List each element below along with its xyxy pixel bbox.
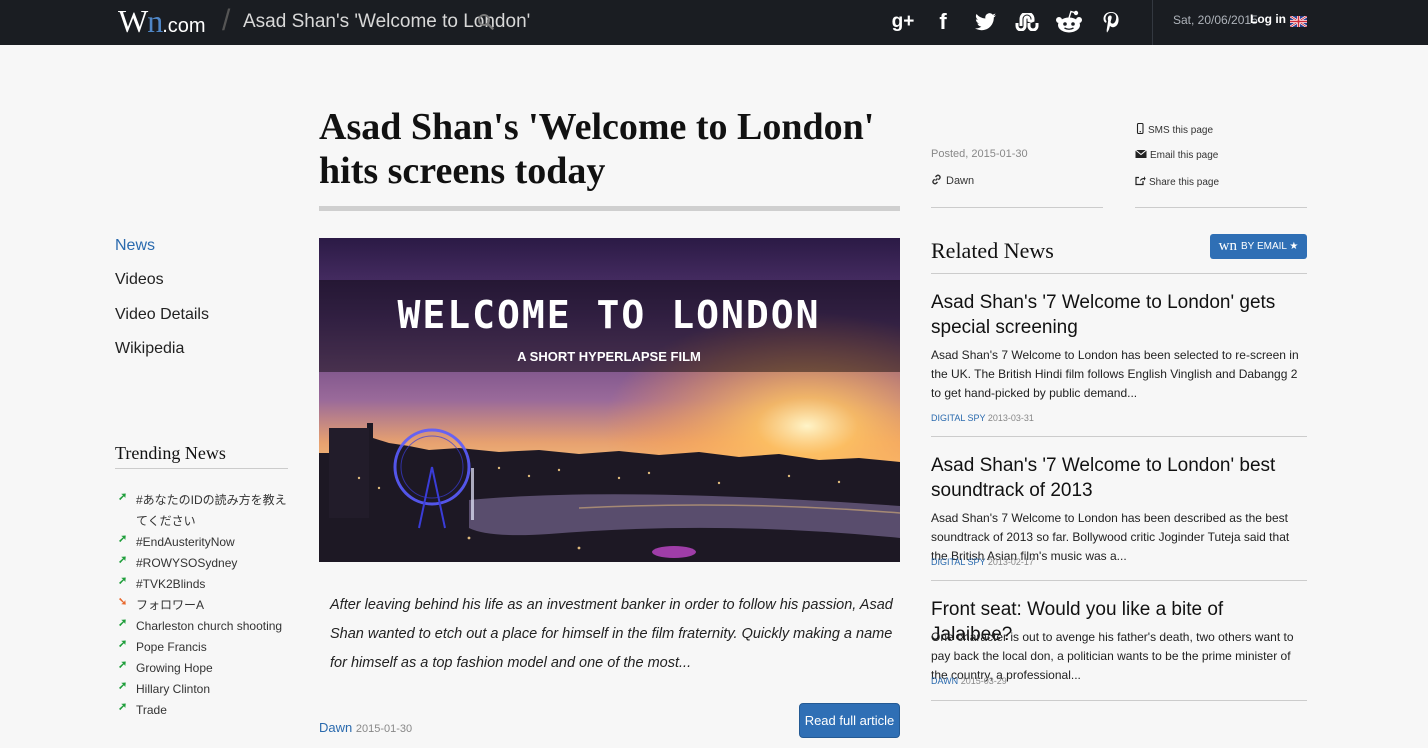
author-link[interactable]: Dawn [931,174,974,188]
email-this-page-link[interactable]: Email this page [1135,149,1218,162]
related-item-date: 2013-02-17 [987,557,1034,567]
stumbleupon-icon[interactable] [1014,9,1040,35]
related-item-meta: DIGITAL SPY 2013-03-31 [931,413,1034,423]
trending-item[interactable]: ➚ #ROWYSOSydney [118,553,237,574]
byline-source[interactable]: Dawn [319,720,352,735]
related-item-title[interactable]: Asad Shan's '7 Welcome to London' best s… [931,453,1307,503]
related-news-heading: Related News [931,238,1054,263]
subscribe-by-email-button[interactable]: wn BY EMAIL ★ [1210,234,1307,259]
related-divider [931,580,1307,581]
by-email-label: BY EMAIL ★ [1241,241,1299,252]
trend-up-icon: ➚ [118,491,128,503]
trending-item[interactable]: ➚ #TVK2Blinds [118,574,205,595]
related-item-source[interactable]: DIGITAL SPY [931,413,985,423]
related-item-date: 2015-03-29 [960,676,1007,686]
share-label: SMS this page [1148,124,1214,136]
article-byline: Dawn 2015-01-30 [319,720,412,735]
author-name: Dawn [946,175,975,187]
twitter-icon[interactable] [973,9,999,35]
reddit-icon[interactable] [1055,9,1083,35]
trending-item[interactable]: ➚ #あなたのIDの読み方を教えてください [118,490,288,532]
trending-item[interactable]: ➚ Trade [118,700,167,721]
trending-item[interactable]: ➚ Hillary Clinton [118,679,210,700]
logo-n: n [147,3,163,39]
headline-divider [319,206,900,211]
trending-item-label: #あなたのIDの読み方を教えてください [136,493,287,528]
related-divider [931,436,1307,437]
link-icon [931,174,942,188]
trend-down-icon: ➘ [118,596,128,608]
trending-heading: Trending News [115,443,226,463]
trend-up-icon: ➚ [118,680,128,692]
trend-up-icon: ➚ [118,638,128,650]
trending-item-label: Trade [136,703,167,717]
share-label: Email this page [1150,150,1219,161]
nav-item-videos[interactable]: Videos [115,271,164,289]
trending-item[interactable]: ➘ フォロワーA [118,595,204,616]
article-hero-image[interactable]: WELCOME TO LONDON A SHORT HYPERLAPSE FIL… [319,238,900,562]
trend-up-icon: ➚ [118,575,128,587]
hero-subtitle: A SHORT HYPERLAPSE FILM [517,349,701,364]
trending-item-label: Growing Hope [136,661,213,675]
nav-item-news[interactable]: News [115,237,155,255]
related-item-source[interactable]: DIGITAL SPY [931,557,985,567]
breadcrumb-separator: / [222,4,231,37]
related-divider [931,273,1307,274]
meta-divider [931,207,1103,208]
trending-item-label: Charleston church shooting [136,619,283,633]
topbar-divider [1152,0,1153,45]
wn-mini-logo: wn [1218,238,1237,254]
logo-w: W [118,3,148,39]
trend-up-icon: ➚ [118,617,128,629]
nav-item-wikipedia[interactable]: Wikipedia [115,340,184,358]
related-item-title[interactable]: Asad Shan's '7 Welcome to London' gets s… [931,290,1307,340]
byline-date: 2015-01-30 [355,723,413,735]
trending-divider [115,468,288,469]
trending-item[interactable]: ➚ Growing Hope [118,658,213,679]
current-date: Sat, 20/06/2015 [1173,13,1258,27]
uk-flag-icon[interactable] [1289,14,1308,29]
trending-item-label: #TVK2Blinds [136,577,206,591]
trending-item[interactable]: ➚ Pope Francis [118,637,207,658]
phone-icon [1135,122,1145,137]
trending-item[interactable]: ➚ Charleston church shooting [118,616,282,637]
share-divider [1135,207,1307,208]
trend-up-icon: ➚ [118,701,128,713]
article-headline: Asad Shan's 'Welcome to London' hits scr… [319,106,875,192]
related-item-source[interactable]: DAWN [931,676,958,686]
related-item-summary: Asad Shan's 7 Welcome to London has been… [931,348,1299,400]
related-divider [931,700,1307,701]
share-this-page-link[interactable]: Share this page [1135,175,1219,189]
search-icon[interactable] [477,13,494,35]
related-item-meta: DIGITAL SPY 2013-02-17 [931,557,1034,567]
nav-item-video-details[interactable]: Video Details [115,306,209,324]
google-plus-icon[interactable]: g+ [890,9,916,35]
trending-item-label: Hillary Clinton [136,682,211,696]
trending-item-label: #EndAusterityNow [136,535,235,549]
related-item-meta: DAWN 2015-03-29 [931,676,1007,686]
trending-item[interactable]: ➚ #EndAusterityNow [118,532,235,553]
read-full-article-button[interactable]: Read full article [799,703,900,738]
login-link[interactable]: Log in [1250,12,1286,26]
trending-item-label: #ROWYSOSydney [136,556,238,570]
pinterest-icon[interactable] [1100,9,1122,35]
facebook-icon[interactable]: f [933,9,953,35]
envelope-icon [1135,149,1147,162]
share-icon [1135,175,1146,189]
trend-up-icon: ➚ [118,533,128,545]
logo-com: .com [162,15,206,37]
posted-date: Posted, 2015-01-30 [931,148,1028,160]
trend-up-icon: ➚ [118,554,128,566]
share-label: Share this page [1149,176,1220,188]
trending-item-label: フォロワーA [136,598,205,612]
top-bar: Wn.com / Asad Shan's 'Welcome to London'… [0,0,1428,45]
article-excerpt: After leaving behind his life as an inve… [330,597,893,671]
sms-this-page-link[interactable]: SMS this page [1135,122,1214,137]
trend-up-icon: ➚ [118,659,128,671]
hero-title: WELCOME TO LONDON [398,293,821,337]
trending-item-label: Pope Francis [136,640,207,654]
wn-logo[interactable]: Wn.com [118,3,206,40]
related-item-date: 2013-03-31 [987,413,1034,423]
